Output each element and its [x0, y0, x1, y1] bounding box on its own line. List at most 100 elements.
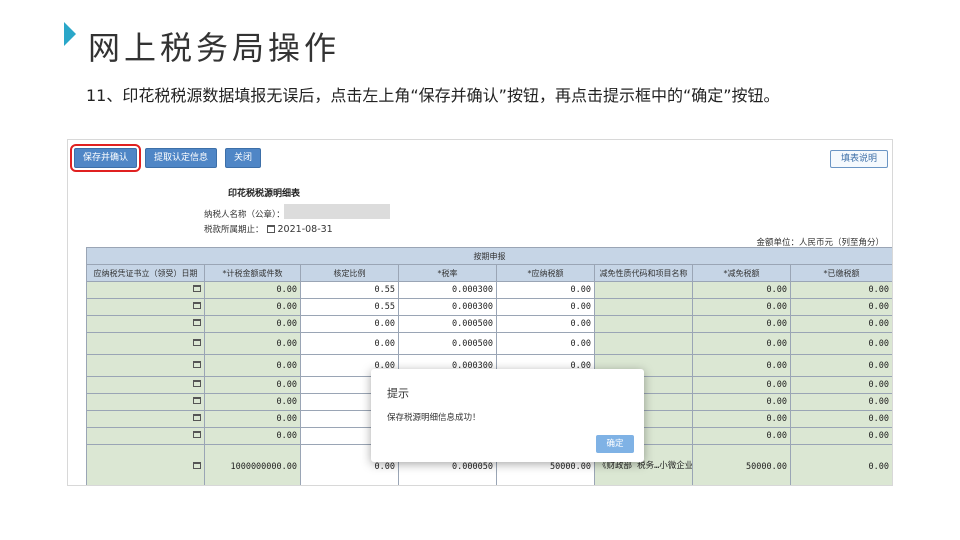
table-row: 0.00 0.00 0.000500 0.00 0.00 0.00 — [86, 332, 892, 355]
toolbar: 保存并确认 提取认定信息 关闭 — [69, 144, 262, 172]
calendar-icon[interactable] — [193, 338, 201, 346]
date-picker-cell[interactable] — [86, 281, 205, 299]
date-picker-cell[interactable] — [86, 298, 205, 316]
title-marker-icon — [64, 22, 76, 46]
calendar-icon[interactable] — [193, 380, 201, 387]
date-picker-cell[interactable] — [86, 410, 205, 428]
ratio-cell[interactable]: 0.55 — [300, 298, 399, 316]
date-picker-cell[interactable] — [86, 354, 205, 377]
column-header: 应纳税凭证书立（领受）日期 — [86, 264, 205, 282]
screenshot-panel: 保存并确认 提取认定信息 关闭 填表说明 印花税税源明细表 纳税人名称（公章）：… — [67, 139, 893, 486]
rate-cell: 0.000300 — [398, 298, 497, 316]
date-picker-cell[interactable] — [86, 315, 205, 333]
amount-cell[interactable]: 0.00 — [204, 376, 301, 394]
relief-cell[interactable]: 0.00 — [692, 427, 791, 445]
amount-cell[interactable]: 1000000000.00 — [204, 444, 301, 485]
column-header: *计税金额或件数 — [204, 264, 301, 282]
amount-cell[interactable]: 0.00 — [204, 354, 301, 377]
relief-cell[interactable]: 50000.00 — [692, 444, 791, 485]
paid-cell[interactable]: 0.00 — [790, 281, 892, 299]
tax-cell: 0.00 — [496, 298, 595, 316]
table-header-row: 应纳税凭证书立（领受）日期 *计税金额或件数 核定比例 *税率 *应纳税额 减免… — [86, 264, 892, 282]
amount-cell[interactable]: 0.00 — [204, 427, 301, 445]
policy-cell[interactable] — [594, 332, 693, 355]
taxpayer-name-field[interactable] — [284, 204, 390, 219]
column-header: 核定比例 — [300, 264, 399, 282]
paid-cell[interactable]: 0.00 — [790, 354, 892, 377]
tax-cell: 0.00 — [496, 315, 595, 333]
period-row: 税款所属期止： 2021-08-31 — [204, 223, 333, 235]
ratio-cell[interactable]: 0.00 — [300, 315, 399, 333]
amount-cell[interactable]: 0.00 — [204, 410, 301, 428]
ratio-cell[interactable]: 0.55 — [300, 281, 399, 299]
paid-cell[interactable]: 0.00 — [790, 376, 892, 394]
paid-cell[interactable]: 0.00 — [790, 298, 892, 316]
period-value: 2021-08-31 — [277, 224, 333, 235]
column-header: *税率 — [398, 264, 497, 282]
close-button[interactable]: 关闭 — [225, 148, 262, 168]
paid-cell[interactable]: 0.00 — [790, 332, 892, 355]
policy-cell[interactable] — [594, 281, 693, 299]
policy-cell[interactable] — [594, 315, 693, 333]
column-header: 减免性质代码和项目名称 — [594, 264, 693, 282]
rate-cell: 0.000300 — [398, 281, 497, 299]
calendar-icon[interactable] — [193, 360, 201, 368]
dialog-message: 保存税源明细信息成功！ — [387, 413, 481, 423]
period-label: 税款所属期止： — [204, 225, 264, 235]
slide-title: 网上税务局操作 — [88, 29, 341, 67]
column-header: *应纳税额 — [496, 264, 595, 282]
relief-cell[interactable]: 0.00 — [692, 354, 791, 377]
paid-cell[interactable]: 0.00 — [790, 427, 892, 445]
dialog-title: 提示 — [387, 387, 409, 400]
column-header: *已缴税额 — [790, 264, 892, 282]
tax-cell: 0.00 — [496, 281, 595, 299]
form-title: 印花税税源明细表 — [228, 189, 301, 199]
paid-cell[interactable]: 0.00 — [790, 410, 892, 428]
tax-cell: 0.00 — [496, 332, 595, 355]
ratio-cell[interactable]: 0.00 — [300, 332, 399, 355]
relief-cell[interactable]: 0.00 — [692, 393, 791, 411]
relief-cell[interactable]: 0.00 — [692, 332, 791, 355]
amount-cell[interactable]: 0.00 — [204, 281, 301, 299]
calendar-icon[interactable] — [193, 397, 201, 404]
amount-cell[interactable]: 0.00 — [204, 315, 301, 333]
date-picker-cell[interactable] — [86, 393, 205, 411]
calendar-icon[interactable] — [193, 414, 201, 421]
table-row: 0.00 0.00 0.000500 0.00 0.00 0.00 — [86, 315, 892, 333]
calendar-icon[interactable] — [193, 431, 201, 438]
taxpayer-label: 纳税人名称（公章）： — [204, 210, 285, 220]
paid-cell[interactable]: 0.00 — [790, 393, 892, 411]
paid-cell[interactable]: 0.00 — [790, 315, 892, 333]
date-picker-cell[interactable] — [86, 444, 205, 485]
date-picker-cell[interactable] — [86, 427, 205, 445]
calendar-icon[interactable] — [193, 285, 201, 292]
instruction-text: 11、印花税税源数据填报无误后，点击左上角“保存并确认”按钮，再点击提示框中的“… — [86, 86, 780, 105]
paid-cell[interactable]: 0.00 — [790, 444, 892, 485]
relief-cell[interactable]: 0.00 — [692, 315, 791, 333]
table-row: 0.00 0.55 0.000300 0.00 0.00 0.00 — [86, 281, 892, 299]
relief-cell[interactable]: 0.00 — [692, 298, 791, 316]
table-group-header-row: 按期申报 — [86, 247, 892, 265]
relief-cell[interactable]: 0.00 — [692, 281, 791, 299]
table-group-header: 按期申报 — [86, 247, 892, 265]
rate-cell: 0.000500 — [398, 332, 497, 355]
amount-cell[interactable]: 0.00 — [204, 332, 301, 355]
policy-cell[interactable] — [594, 298, 693, 316]
calendar-icon[interactable] — [193, 461, 201, 469]
column-header: *减免税额 — [692, 264, 791, 282]
date-picker-cell[interactable] — [86, 332, 205, 355]
fetch-info-button[interactable]: 提取认定信息 — [145, 148, 218, 168]
amount-cell[interactable]: 0.00 — [204, 393, 301, 411]
relief-cell[interactable]: 0.00 — [692, 410, 791, 428]
calendar-icon[interactable] — [193, 319, 201, 326]
dialog-ok-button[interactable]: 确定 — [596, 435, 634, 453]
calendar-icon[interactable] — [266, 225, 275, 233]
calendar-icon[interactable] — [193, 302, 201, 309]
amount-cell[interactable]: 0.00 — [204, 298, 301, 316]
rate-cell: 0.000500 — [398, 315, 497, 333]
relief-cell[interactable]: 0.00 — [692, 376, 791, 394]
date-picker-cell[interactable] — [86, 376, 205, 394]
save-confirm-button[interactable]: 保存并确认 — [69, 144, 142, 172]
help-button[interactable]: 填表说明 — [829, 150, 888, 168]
table-row: 0.00 0.55 0.000300 0.00 0.00 0.00 — [86, 298, 892, 316]
